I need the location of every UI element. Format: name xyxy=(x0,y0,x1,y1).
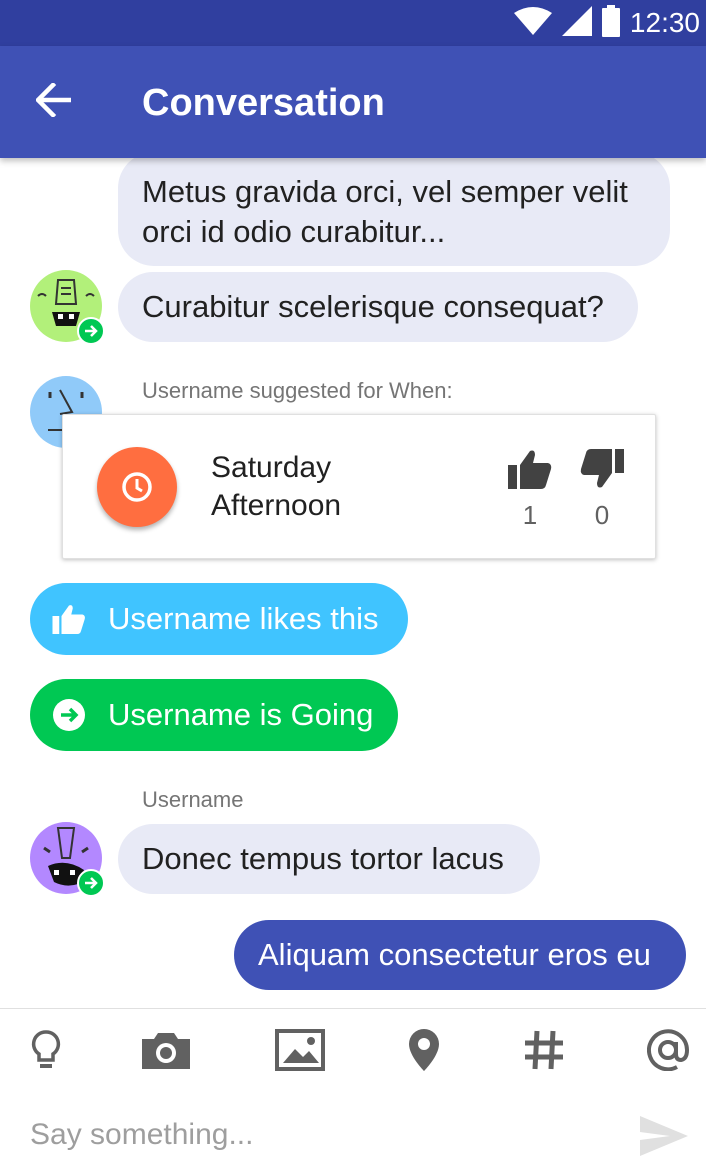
mention-button[interactable] xyxy=(638,1024,698,1080)
at-icon xyxy=(647,1028,690,1076)
image-icon xyxy=(275,1028,325,1076)
location-button[interactable] xyxy=(394,1024,454,1080)
arrow-circle-icon xyxy=(52,698,86,732)
page-title: Conversation xyxy=(142,82,385,124)
suggestion-card[interactable]: Saturday Afternoon 1 0 xyxy=(62,414,656,559)
status-bar: 12:30 xyxy=(0,0,706,46)
likes-count: 1 xyxy=(522,500,538,530)
thumb-up-icon xyxy=(52,602,86,636)
send-button[interactable] xyxy=(638,1114,690,1162)
suggestion-title: Saturday Afternoon xyxy=(211,451,342,522)
hashtag-button[interactable] xyxy=(514,1024,574,1080)
clock-icon xyxy=(97,447,177,527)
avatar[interactable] xyxy=(30,270,105,345)
idea-button[interactable] xyxy=(16,1024,76,1080)
hashtag-icon xyxy=(523,1029,565,1076)
thumb-down-button[interactable]: 0 xyxy=(577,449,627,531)
back-button[interactable] xyxy=(22,72,86,132)
camera-button[interactable] xyxy=(136,1024,196,1080)
message-bubble[interactable]: Donec tempus tortor lacus xyxy=(118,824,540,894)
status-time: 12:30 xyxy=(629,7,700,38)
likes-activity-pill[interactable]: Username likes this xyxy=(30,583,408,655)
going-activity-pill[interactable]: Username is Going xyxy=(30,679,398,751)
thumb-up-icon xyxy=(508,450,552,493)
thumb-down-icon xyxy=(580,449,624,493)
going-activity-text: Username is Going xyxy=(108,697,374,732)
message-bubble[interactable]: Metus gravida orci, vel semper velit orc… xyxy=(118,152,670,266)
going-badge xyxy=(77,317,105,345)
outgoing-message-bubble[interactable]: Aliquam consectetur eros eu xyxy=(234,920,686,990)
status-icons: 12:30 xyxy=(513,0,700,46)
app-bar: Conversation xyxy=(0,46,706,158)
battery-icon xyxy=(601,4,620,42)
composer-divider xyxy=(0,1008,706,1009)
arrow-back-icon xyxy=(34,81,72,122)
wifi-icon xyxy=(513,6,552,40)
thumb-up-button[interactable]: 1 xyxy=(505,449,555,531)
message-input[interactable] xyxy=(30,1108,620,1162)
location-icon xyxy=(408,1028,440,1076)
image-button[interactable] xyxy=(270,1024,330,1080)
going-badge xyxy=(77,869,105,897)
sender-name: Username xyxy=(142,787,244,812)
suggestion-label: Username suggested for When: xyxy=(142,378,453,403)
lightbulb-icon xyxy=(31,1029,61,1076)
likes-activity-text: Username likes this xyxy=(108,601,379,636)
avatar[interactable] xyxy=(30,822,105,897)
message-bubble[interactable]: Curabitur scelerisque consequat? xyxy=(118,272,638,342)
camera-icon xyxy=(142,1031,190,1074)
send-icon xyxy=(640,1115,688,1161)
dislikes-count: 0 xyxy=(594,500,610,530)
signal-icon xyxy=(561,5,592,41)
